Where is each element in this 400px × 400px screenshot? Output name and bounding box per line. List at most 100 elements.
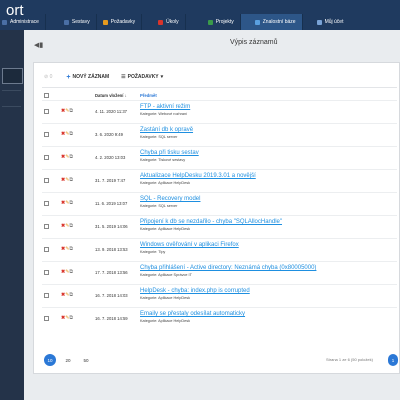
copy-icon[interactable]: ⧉: [69, 246, 73, 252]
copy-icon[interactable]: ⧉: [69, 108, 73, 114]
row-checkbox[interactable]: [44, 155, 49, 160]
row-category: Kategorie: Tiskové sestavy: [140, 158, 186, 162]
copy-icon[interactable]: ⧉: [69, 315, 73, 321]
sidebar-divider: [2, 90, 21, 91]
sidebar-divider: [2, 106, 21, 107]
requests-label: POŽADAVKY: [127, 74, 159, 80]
book-icon: [254, 19, 260, 25]
row-actions: ✖✎⧉: [61, 131, 73, 137]
row-checkbox[interactable]: [44, 178, 49, 183]
row-title-link[interactable]: SQL - Recovery model: [140, 196, 200, 202]
row-date: 31. 5. 2019 14:06: [95, 224, 128, 229]
row-date: 13. 9. 2018 13:53: [95, 247, 128, 252]
nav-item-ukoly[interactable]: Úkoly: [142, 14, 186, 30]
copy-icon[interactable]: ⧉: [69, 292, 73, 298]
disabled-action-label: 0: [49, 74, 53, 80]
page-size-20[interactable]: 20: [62, 354, 74, 366]
row-actions: ✖✎⧉: [61, 315, 73, 321]
sidebar-search-box[interactable]: [2, 68, 23, 84]
row-title-link[interactable]: Aktualizace HelpDesku 2019.3.01 a novějš…: [140, 173, 256, 179]
nav-label: Požadavky: [110, 19, 136, 25]
row-title-link[interactable]: Zastání db k opravě: [140, 127, 193, 133]
row-category: Kategorie: Aplikace HelpDesk: [140, 296, 191, 300]
row-title-link[interactable]: FTP - aktivní režim: [140, 104, 190, 110]
row-title-link[interactable]: Chyba při tisku sestav: [140, 150, 199, 156]
gear-icon: [2, 19, 7, 25]
row-actions: ✖✎⧉: [61, 200, 73, 206]
page-size-50[interactable]: 50: [80, 354, 92, 366]
chart-icon: [63, 19, 69, 25]
new-record-label: NOVÝ ZÁZNAM: [72, 74, 110, 80]
row-title-link[interactable]: HelpDesk - chyba: index.php is corrupted: [140, 288, 250, 294]
row-title-link[interactable]: Windows ověřování v aplikaci Firefox: [140, 242, 239, 248]
column-header-title[interactable]: Předmět: [140, 93, 157, 98]
nav-label: Sestavy: [71, 19, 90, 25]
page-size-10[interactable]: 10: [44, 354, 56, 366]
row-checkbox[interactable]: [44, 270, 49, 275]
nav-label: Můj účet: [324, 19, 344, 25]
nav-item-znalostni-baze[interactable]: Znalostní báze: [240, 14, 303, 30]
row-date: 3. 6. 2020 9:49: [95, 132, 123, 137]
row-checkbox[interactable]: [44, 132, 49, 137]
row-actions: ✖✎⧉: [61, 246, 73, 252]
row-date: 16. 7. 2018 14:59: [95, 316, 128, 321]
nav-item-projekty[interactable]: Projekty: [186, 14, 241, 30]
row-checkbox[interactable]: [44, 293, 49, 298]
row-checkbox[interactable]: [44, 109, 49, 114]
row-actions: ✖✎⧉: [61, 269, 73, 275]
row-date: 4. 2. 2020 13:03: [95, 155, 126, 160]
copy-icon[interactable]: ⧉: [69, 177, 73, 183]
row-category: Kategorie: Aplikace HelpDesk: [140, 319, 191, 323]
copy-icon[interactable]: ⧉: [69, 269, 73, 275]
copy-icon[interactable]: ⧉: [69, 131, 73, 137]
row-category: Kategorie: Webové rozhraní: [140, 112, 188, 116]
plus-icon: +: [66, 73, 71, 81]
nav-item-pozadavky[interactable]: Požadavky: [97, 14, 143, 30]
disabled-action-button[interactable]: ⊘ 0: [44, 74, 52, 80]
row-checkbox[interactable]: [44, 316, 49, 321]
new-record-button[interactable]: + NOVÝ ZÁZNAM: [66, 74, 109, 81]
toolbar: ⊘ 0 + NOVÝ ZÁZNAM ☰ POŽADAVKY ▾: [44, 72, 175, 82]
main-nav: Administrace Sestavy Požadavky Úkoly Pro…: [0, 14, 400, 30]
row-category: Kategorie: SQL server: [140, 135, 178, 139]
row-date: 31. 7. 2019 7:47: [95, 178, 126, 183]
row-actions: ✖✎⧉: [61, 108, 73, 114]
copy-icon[interactable]: ⧉: [69, 200, 73, 206]
row-checkbox[interactable]: [44, 201, 49, 206]
select-all-checkbox[interactable]: [44, 93, 49, 98]
row-title-link[interactable]: Připojení k db se nezdařilo - chyba "SQL…: [140, 219, 282, 225]
sort-desc-icon: ↓: [124, 93, 127, 98]
row-actions: ✖✎⧉: [61, 292, 73, 298]
nav-item-muj-ucet[interactable]: Můj účet: [303, 14, 350, 30]
row-title-link[interactable]: Emaily se přestaly odesílat automaticky: [140, 311, 245, 317]
nav-label: Administrace: [10, 19, 39, 25]
nav-item-administrace[interactable]: Administrace: [0, 14, 46, 30]
row-category: Kategorie: Aplikace HelpDesk: [140, 227, 191, 231]
pagination-info: Strana 1 ze 6 (50 položek): [326, 357, 373, 362]
column-header-date[interactable]: Datum vložení ↓: [95, 93, 127, 98]
requests-dropdown-button[interactable]: ☰ POŽADAVKY ▾: [121, 74, 163, 80]
nav-item-sestavy[interactable]: Sestavy: [58, 14, 97, 30]
collapse-sidebar-icon[interactable]: ◀▮: [34, 41, 43, 49]
row-checkbox[interactable]: [44, 247, 49, 252]
row-date: 16. 7. 2018 14:03: [95, 293, 128, 298]
column-header-date-label: Datum vložení: [95, 93, 124, 98]
row-checkbox[interactable]: [44, 224, 49, 229]
row-title-link[interactable]: Chyba přihlášení - Active directory: Nez…: [140, 265, 316, 271]
copy-icon[interactable]: ⧉: [69, 154, 73, 160]
row-actions: ✖✎⧉: [61, 177, 73, 183]
nav-label: Úkoly: [166, 19, 179, 25]
sidebar: [0, 30, 24, 400]
top-bar: ort Administrace Sestavy Požadavky Úkoly…: [0, 0, 400, 30]
calendar-icon: [158, 19, 164, 25]
page-title: Výpis záznamů: [230, 39, 278, 46]
page-button-current[interactable]: 1: [388, 354, 398, 366]
page-size-selector: 10 20 50: [44, 354, 98, 366]
divider: [42, 87, 397, 88]
row-actions: ✖✎⧉: [61, 223, 73, 229]
row-category: Kategorie: SQL server: [140, 204, 178, 208]
copy-icon[interactable]: ⧉: [69, 223, 73, 229]
nav-label: Projekty: [215, 19, 234, 25]
nav-label: Znalostní báze: [262, 19, 296, 25]
folder-icon: [207, 19, 213, 25]
